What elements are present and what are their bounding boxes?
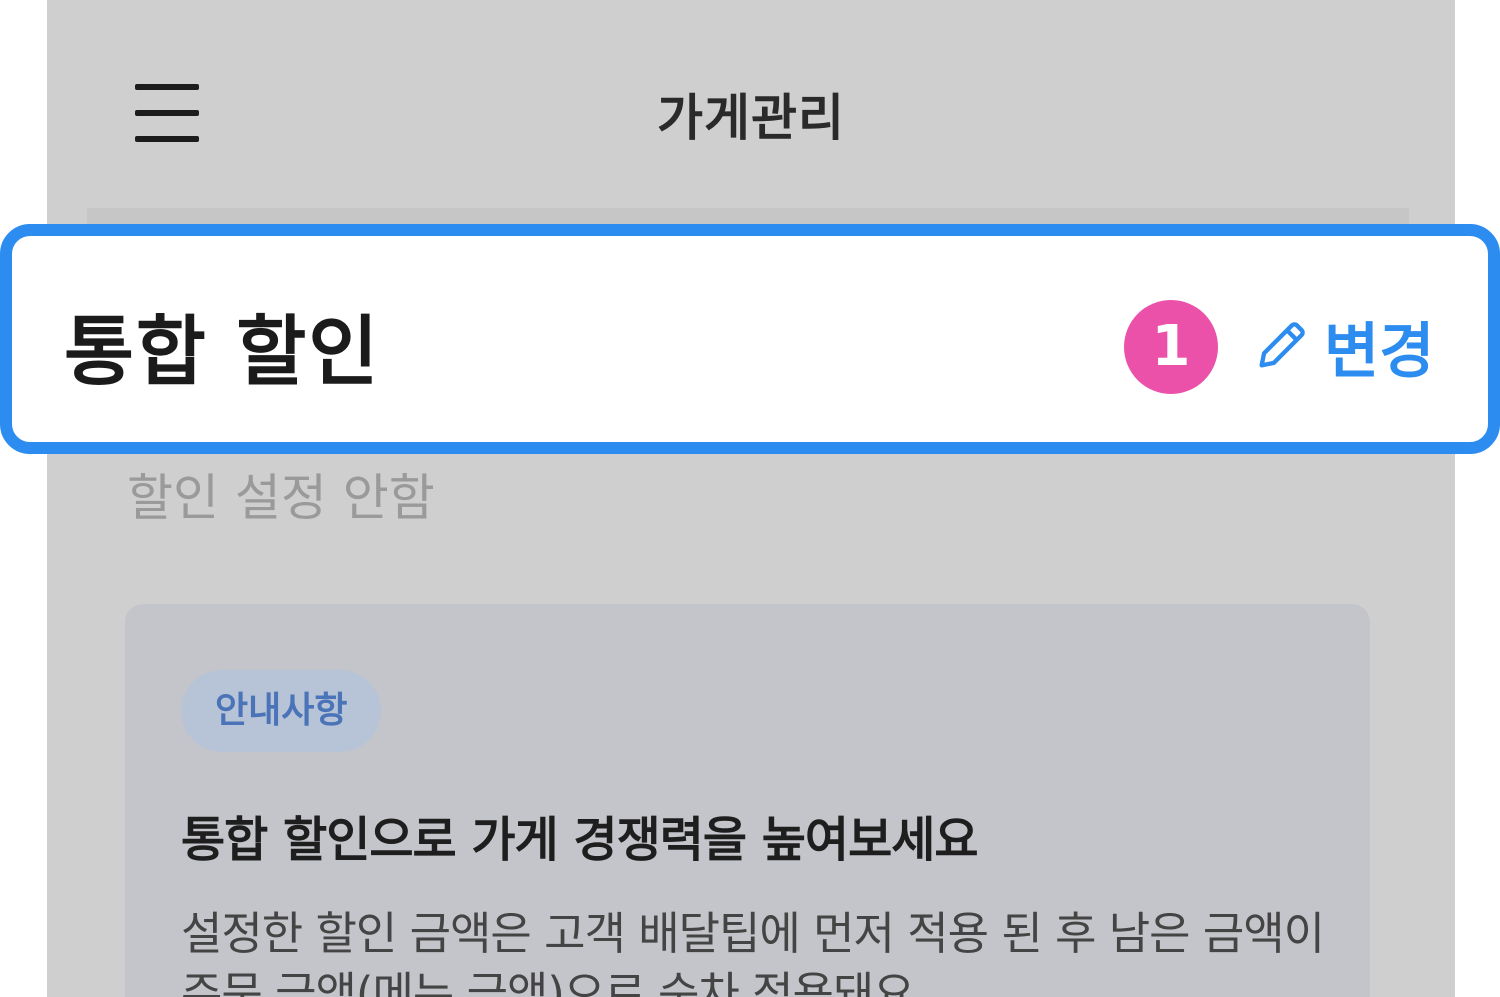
screen: 가게관리 할인 설정 안함 안내사항 통합 할인으로 가게 경쟁력을 높여보세요… [0, 0, 1500, 997]
pencil-icon [1259, 322, 1305, 368]
highlighted-discount-card: 통합 할인 1 변경 [0, 224, 1500, 454]
step-number-badge: 1 [1124, 300, 1218, 394]
edit-discount-button[interactable]: 변경 [1252, 306, 1434, 387]
notice-body: 설정한 할인 금액은 고객 배달팁에 먼저 적용 된 후 남은 금액이 주문 금… [181, 907, 1325, 997]
discount-section-title: 통합 할인 [64, 307, 381, 396]
notice-badge: 안내사항 [181, 670, 382, 752]
edit-button-label: 변경 [1324, 316, 1435, 387]
app-header: 가게관리 [47, 0, 1455, 200]
notice-card: 안내사항 통합 할인으로 가게 경쟁력을 높여보세요 설정한 할인 금액은 고객… [125, 604, 1370, 997]
dimmed-app-screen: 가게관리 할인 설정 안함 안내사항 통합 할인으로 가게 경쟁력을 높여보세요… [47, 0, 1455, 997]
page-title: 가게관리 [657, 89, 845, 147]
notice-title: 통합 할인으로 가게 경쟁력을 높여보세요 [181, 812, 979, 868]
discount-status-text: 할인 설정 안함 [127, 469, 435, 527]
